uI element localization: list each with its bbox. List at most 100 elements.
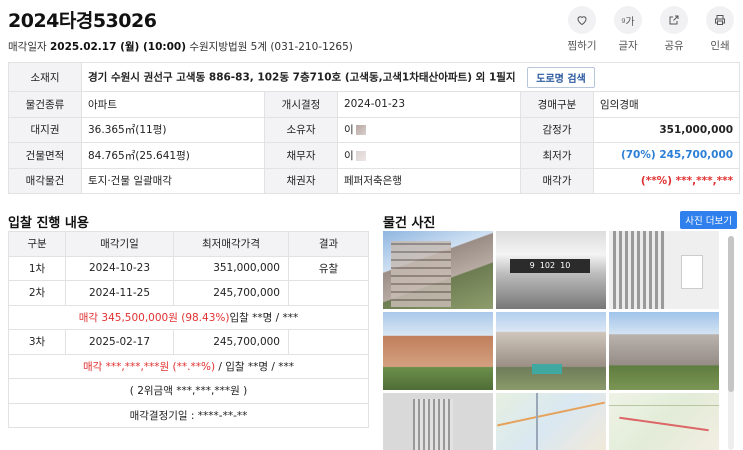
table-row: 1차 2024-10-23 351,000,000 유찰 [8,255,369,281]
min-price-value: (70%) 245,700,000 [592,142,741,169]
appraisal-value: 351,000,000 [592,116,741,143]
photo-scrollbar[interactable] [728,236,734,450]
result-cell [288,280,369,306]
owner-cell: 이 [337,116,521,143]
type-label: 물건종류 [8,91,82,118]
table-row-note: 매각 ***,***,***원 (**.**%) / 입찰 **명 / *** [8,353,369,379]
col-header-date: 매각기일 [65,231,174,257]
round3-sale-note: 매각 ***,***,***원 (**.**%) / 입찰 **명 / *** [8,353,369,379]
sale-price-label: 매각가 [520,167,594,194]
table-row-note: 매각결정기일 : ****-**-** [8,402,369,428]
min-price-label: 최저가 [520,142,594,169]
table-row-note: ( 2위금액 ***,***,***원 ) [8,378,369,404]
round-cell: 2차 [8,280,66,306]
bid-header-row: 구분 매각기일 최저매각가격 결과 [8,231,369,257]
bidder-info: 입찰 **명 / *** [229,311,299,324]
col-header-min-price: 최저매각가격 [173,231,289,257]
photo-thumbnail[interactable] [496,393,606,450]
photo-thumbnail[interactable]: 9 102 10 [496,231,606,309]
more-photos-button[interactable]: 사진 더보기 [680,211,737,229]
result-cell [288,329,369,355]
print-button[interactable]: 인쇄 [703,6,737,53]
location-label: 소재지 [8,62,82,92]
start-value: 2024-01-23 [337,91,521,118]
photo-thumbnail[interactable] [383,393,493,450]
date-cell: 2025-02-17 [65,329,174,355]
road-name-search-button[interactable]: 도로명 검색 [527,66,595,88]
sale-price-value: (**%) ***,***,*** [592,167,741,194]
info-row: 매각물건 토지·건물 일괄매각 채권자 페퍼저축은행 매각가 (**%) ***… [8,167,741,194]
table-row-note: 매각 345,500,000원 (98.43%)입찰 **명 / *** [8,304,369,330]
case-number-title: 2024타경53026 [8,10,157,32]
building-sign: 9 102 10 [510,259,590,273]
info-row-location: 소재지 경기 수원시 권선구 고색동 886-83, 102동 7층710호 (… [8,62,741,92]
result-cell: 유찰 [288,255,369,281]
action-bar: 찜하기 ᵍ가 글자 공유 인쇄 [565,6,737,53]
info-row: 건물면적 84.765㎡(25.641평) 채무자 이 최저가 (70%) 24… [8,142,741,169]
header: 2024타경53026 매각일자 2025.02.17 (월) (10:00) … [8,6,353,54]
sale-info: 매각일자 2025.02.17 (월) (10:00) 수원지방법원 5계 (0… [8,39,353,54]
photo-grid: 9 102 10 [383,231,723,450]
item-label: 매각물건 [8,167,82,194]
bidder-info: / 입찰 **명 / *** [215,360,295,373]
date-cell: 2024-11-25 [65,280,174,306]
owner-value: 이 [344,124,354,137]
sale-date: 2025.02.17 (월) (10:00) [49,41,186,53]
favorite-button[interactable]: 찜하기 [565,6,599,53]
location-cell: 경기 수원시 권선구 고색동 886-83, 102동 7층710호 (고색동,… [80,62,741,92]
photos-title: 물건 사진 [383,216,436,231]
court-info: 수원지방법원 5계 (031-210-1265) [189,41,353,53]
round-cell: 1차 [8,255,66,281]
price-cell: 245,700,000 [173,329,289,355]
land-label: 대지권 [8,116,82,143]
creditor-value: 페퍼저축은행 [337,167,521,194]
type-value: 아파트 [81,91,265,118]
sale-amount: 매각 345,500,000원 (98.43%) [78,311,230,324]
appraisal-label: 감정가 [520,116,594,143]
sale-date-label: 매각일자 [8,41,47,53]
info-row: 물건종류 아파트 개시결정 2024-01-23 경매구분 임의경매 [8,91,741,118]
scroll-thumb[interactable] [728,236,734,392]
info-row: 대지권 36.365㎡(11평) 소유자 이 감정가 351,000,000 [8,116,741,143]
masked-name-image [355,150,366,161]
round2-sale-note: 매각 345,500,000원 (98.43%)입찰 **명 / *** [8,304,369,330]
area-value: 84.765㎡(25.641평) [81,142,265,169]
owner-label: 소유자 [264,116,338,143]
col-header-result: 결과 [288,231,369,257]
start-label: 개시결정 [264,91,338,118]
price-cell: 245,700,000 [173,280,289,306]
photo-thumbnail[interactable] [609,393,719,450]
font-size-icon: ᵍ가 [614,6,642,34]
photo-thumbnail[interactable] [609,231,719,309]
decision-date: 매각결정기일 : ****-**-** [8,402,369,428]
property-info-table: 소재지 경기 수원시 권선구 고색동 886-83, 102동 7층710호 (… [8,62,741,194]
bid-history-title: 입찰 진행 내용 [8,216,89,231]
auction-type-value: 임의경매 [592,91,741,118]
debtor-label: 채무자 [264,142,338,169]
photo-thumbnail[interactable] [496,312,606,390]
item-value: 토지·건물 일괄매각 [81,167,265,194]
photo-thumbnail[interactable] [383,312,493,390]
area-label: 건물면적 [8,142,82,169]
print-icon [706,6,734,34]
photo-thumbnail[interactable] [383,231,493,309]
share-icon [660,6,688,34]
sale-amount: 매각 ***,***,***원 (**.**%) [82,360,216,373]
font-size-button[interactable]: ᵍ가 글자 [611,6,645,53]
date-cell: 2024-10-23 [65,255,174,281]
photo-thumbnail[interactable] [609,312,719,390]
debtor-cell: 이 [337,142,521,169]
auction-type-label: 경매구분 [520,91,594,118]
price-cell: 351,000,000 [173,255,289,281]
creditor-label: 채권자 [264,167,338,194]
table-row: 3차 2025-02-17 245,700,000 [8,329,369,355]
share-button[interactable]: 공유 [657,6,691,53]
round-cell: 3차 [8,329,66,355]
location-value: 경기 수원시 권선구 고색동 886-83, 102동 7층710호 (고색동,… [88,71,516,83]
masked-name-image [355,125,366,136]
land-value: 36.365㎡(11평) [81,116,265,143]
col-header-round: 구분 [8,231,66,257]
debtor-value: 이 [344,149,354,162]
heart-icon [568,6,596,34]
table-row: 2차 2024-11-25 245,700,000 [8,280,369,306]
